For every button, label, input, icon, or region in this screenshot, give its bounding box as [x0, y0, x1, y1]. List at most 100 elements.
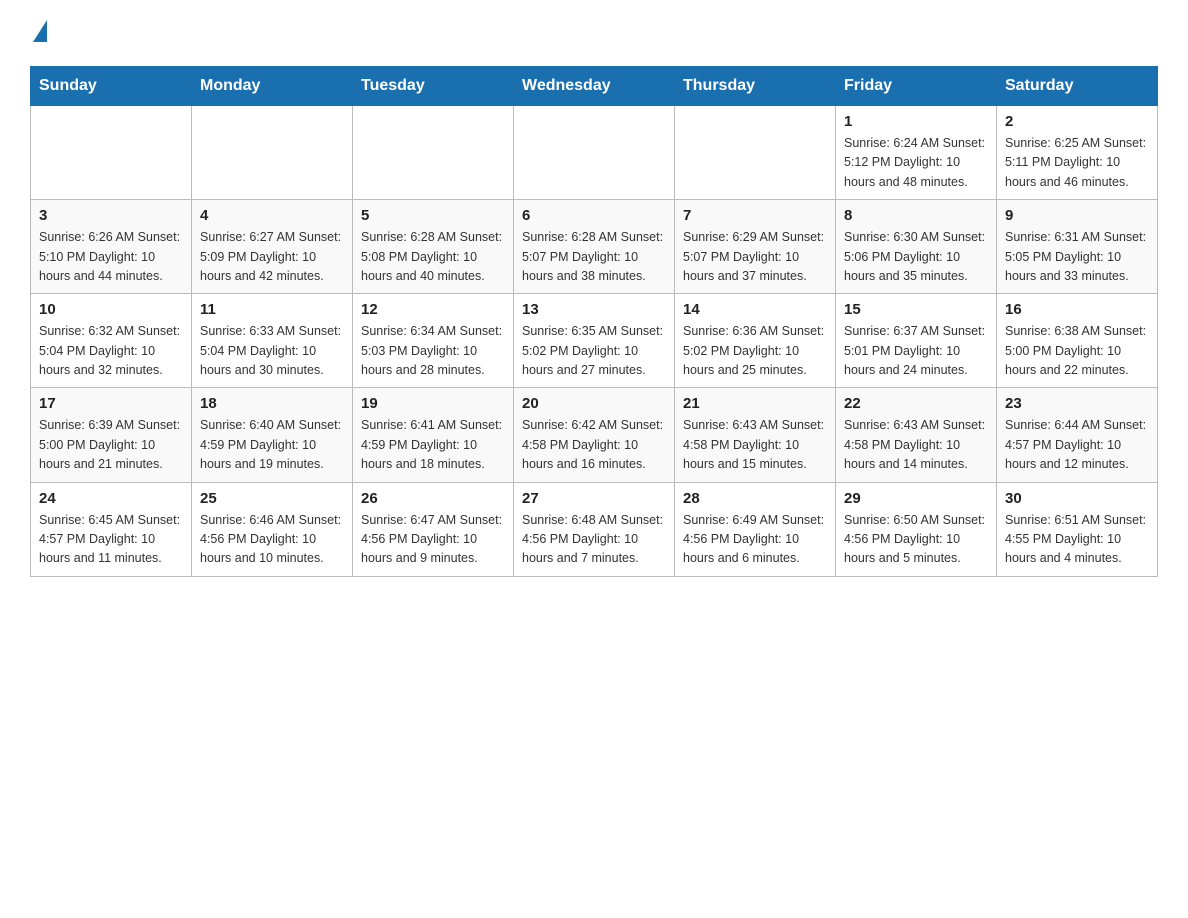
calendar-cell: 20 Sunrise: 6:42 AM Sunset: 4:58 PM Dayli… — [514, 388, 675, 482]
day-info: Sunrise: 6:39 AM Sunset: 5:00 PM Dayligh… — [39, 416, 183, 474]
day-number: 2 — [1005, 113, 1149, 130]
day-info: Sunrise: 6:25 AM Sunset: 5:11 PM Dayligh… — [1005, 134, 1149, 192]
day-info: Sunrise: 6:33 AM Sunset: 5:04 PM Dayligh… — [200, 322, 344, 380]
day-number: 10 — [39, 301, 183, 318]
calendar-cell: 22 Sunrise: 6:43 AM Sunset: 4:58 PM Dayli… — [836, 388, 997, 482]
logo-triangle-icon — [33, 20, 47, 42]
calendar-cell — [192, 106, 353, 200]
day-info: Sunrise: 6:38 AM Sunset: 5:00 PM Dayligh… — [1005, 322, 1149, 380]
day-info: Sunrise: 6:28 AM Sunset: 5:07 PM Dayligh… — [522, 228, 666, 286]
day-info: Sunrise: 6:46 AM Sunset: 4:56 PM Dayligh… — [200, 511, 344, 569]
calendar-cell — [31, 106, 192, 200]
day-number: 24 — [39, 490, 183, 507]
calendar-week-row: 1Sunrise: 6:24 AM Sunset: 5:12 PM Daylig… — [31, 106, 1158, 200]
calendar-cell: 3 Sunrise: 6:26 AM Sunset: 5:10 PM Daylig… — [31, 200, 192, 294]
calendar-cell: 28 Sunrise: 6:49 AM Sunset: 4:56 PM Dayli… — [675, 482, 836, 576]
calendar-cell: 16 Sunrise: 6:38 AM Sunset: 5:00 PM Dayli… — [997, 294, 1158, 388]
calendar-cell — [675, 106, 836, 200]
day-number: 28 — [683, 490, 827, 507]
day-info: Sunrise: 6:48 AM Sunset: 4:56 PM Dayligh… — [522, 511, 666, 569]
day-info: Sunrise: 6:51 AM Sunset: 4:55 PM Dayligh… — [1005, 511, 1149, 569]
calendar-cell — [514, 106, 675, 200]
day-number: 3 — [39, 207, 183, 224]
day-info: Sunrise: 6:30 AM Sunset: 5:06 PM Dayligh… — [844, 228, 988, 286]
day-number: 16 — [1005, 301, 1149, 318]
day-number: 5 — [361, 207, 505, 224]
calendar-cell: 1Sunrise: 6:24 AM Sunset: 5:12 PM Daylig… — [836, 106, 997, 200]
calendar-cell: 25 Sunrise: 6:46 AM Sunset: 4:56 PM Dayli… — [192, 482, 353, 576]
calendar-cell: 21 Sunrise: 6:43 AM Sunset: 4:58 PM Dayli… — [675, 388, 836, 482]
day-number: 12 — [361, 301, 505, 318]
day-number: 15 — [844, 301, 988, 318]
day-info: Sunrise: 6:35 AM Sunset: 5:02 PM Dayligh… — [522, 322, 666, 380]
weekday-header-monday: Monday — [192, 67, 353, 106]
day-info: Sunrise: 6:41 AM Sunset: 4:59 PM Dayligh… — [361, 416, 505, 474]
calendar-cell: 24 Sunrise: 6:45 AM Sunset: 4:57 PM Dayli… — [31, 482, 192, 576]
day-number: 22 — [844, 395, 988, 412]
weekday-header-friday: Friday — [836, 67, 997, 106]
day-number: 21 — [683, 395, 827, 412]
calendar-week-row: 10 Sunrise: 6:32 AM Sunset: 5:04 PM Dayli… — [31, 294, 1158, 388]
day-info: Sunrise: 6:42 AM Sunset: 4:58 PM Dayligh… — [522, 416, 666, 474]
calendar-cell: 8 Sunrise: 6:30 AM Sunset: 5:06 PM Daylig… — [836, 200, 997, 294]
day-number: 30 — [1005, 490, 1149, 507]
day-number: 7 — [683, 207, 827, 224]
day-number: 20 — [522, 395, 666, 412]
calendar-cell: 29 Sunrise: 6:50 AM Sunset: 4:56 PM Dayli… — [836, 482, 997, 576]
day-info: Sunrise: 6:43 AM Sunset: 4:58 PM Dayligh… — [844, 416, 988, 474]
calendar-cell: 27 Sunrise: 6:48 AM Sunset: 4:56 PM Dayli… — [514, 482, 675, 576]
day-number: 23 — [1005, 395, 1149, 412]
day-info: Sunrise: 6:37 AM Sunset: 5:01 PM Dayligh… — [844, 322, 988, 380]
day-info: Sunrise: 6:28 AM Sunset: 5:08 PM Dayligh… — [361, 228, 505, 286]
day-number: 11 — [200, 301, 344, 318]
calendar-cell: 7 Sunrise: 6:29 AM Sunset: 5:07 PM Daylig… — [675, 200, 836, 294]
calendar-week-row: 3 Sunrise: 6:26 AM Sunset: 5:10 PM Daylig… — [31, 200, 1158, 294]
weekday-header-thursday: Thursday — [675, 67, 836, 106]
day-number: 8 — [844, 207, 988, 224]
calendar-cell: 30 Sunrise: 6:51 AM Sunset: 4:55 PM Dayli… — [997, 482, 1158, 576]
weekday-header-tuesday: Tuesday — [353, 67, 514, 106]
day-info: Sunrise: 6:32 AM Sunset: 5:04 PM Dayligh… — [39, 322, 183, 380]
page-header — [30, 20, 1158, 48]
day-number: 17 — [39, 395, 183, 412]
calendar-cell: 5 Sunrise: 6:28 AM Sunset: 5:08 PM Daylig… — [353, 200, 514, 294]
day-info: Sunrise: 6:36 AM Sunset: 5:02 PM Dayligh… — [683, 322, 827, 380]
calendar-cell: 23 Sunrise: 6:44 AM Sunset: 4:57 PM Dayli… — [997, 388, 1158, 482]
day-number: 29 — [844, 490, 988, 507]
day-number: 25 — [200, 490, 344, 507]
day-info: Sunrise: 6:49 AM Sunset: 4:56 PM Dayligh… — [683, 511, 827, 569]
calendar-cell: 19 Sunrise: 6:41 AM Sunset: 4:59 PM Dayli… — [353, 388, 514, 482]
day-info: Sunrise: 6:29 AM Sunset: 5:07 PM Dayligh… — [683, 228, 827, 286]
calendar-cell: 13 Sunrise: 6:35 AM Sunset: 5:02 PM Dayli… — [514, 294, 675, 388]
day-number: 4 — [200, 207, 344, 224]
day-number: 27 — [522, 490, 666, 507]
day-info: Sunrise: 6:43 AM Sunset: 4:58 PM Dayligh… — [683, 416, 827, 474]
calendar-cell: 14 Sunrise: 6:36 AM Sunset: 5:02 PM Dayli… — [675, 294, 836, 388]
day-number: 13 — [522, 301, 666, 318]
day-info: Sunrise: 6:45 AM Sunset: 4:57 PM Dayligh… — [39, 511, 183, 569]
calendar-cell — [353, 106, 514, 200]
calendar-header-row: SundayMondayTuesdayWednesdayThursdayFrid… — [31, 67, 1158, 106]
day-number: 14 — [683, 301, 827, 318]
day-info: Sunrise: 6:44 AM Sunset: 4:57 PM Dayligh… — [1005, 416, 1149, 474]
calendar-cell: 18Sunrise: 6:40 AM Sunset: 4:59 PM Dayli… — [192, 388, 353, 482]
weekday-header-sunday: Sunday — [31, 67, 192, 106]
calendar-week-row: 17 Sunrise: 6:39 AM Sunset: 5:00 PM Dayli… — [31, 388, 1158, 482]
weekday-header-saturday: Saturday — [997, 67, 1158, 106]
weekday-header-wednesday: Wednesday — [514, 67, 675, 106]
calendar-cell: 6 Sunrise: 6:28 AM Sunset: 5:07 PM Daylig… — [514, 200, 675, 294]
day-number: 6 — [522, 207, 666, 224]
calendar-cell: 26Sunrise: 6:47 AM Sunset: 4:56 PM Dayli… — [353, 482, 514, 576]
day-info: Sunrise: 6:50 AM Sunset: 4:56 PM Dayligh… — [844, 511, 988, 569]
calendar-cell: 2 Sunrise: 6:25 AM Sunset: 5:11 PM Daylig… — [997, 106, 1158, 200]
day-info: Sunrise: 6:34 AM Sunset: 5:03 PM Dayligh… — [361, 322, 505, 380]
day-number: 9 — [1005, 207, 1149, 224]
day-info: Sunrise: 6:26 AM Sunset: 5:10 PM Dayligh… — [39, 228, 183, 286]
day-number: 19 — [361, 395, 505, 412]
day-info: Sunrise: 6:27 AM Sunset: 5:09 PM Dayligh… — [200, 228, 344, 286]
day-number: 1 — [844, 113, 988, 130]
logo — [30, 20, 47, 48]
day-info: Sunrise: 6:40 AM Sunset: 4:59 PM Dayligh… — [200, 416, 344, 474]
calendar-cell: 12 Sunrise: 6:34 AM Sunset: 5:03 PM Dayli… — [353, 294, 514, 388]
day-number: 26 — [361, 490, 505, 507]
